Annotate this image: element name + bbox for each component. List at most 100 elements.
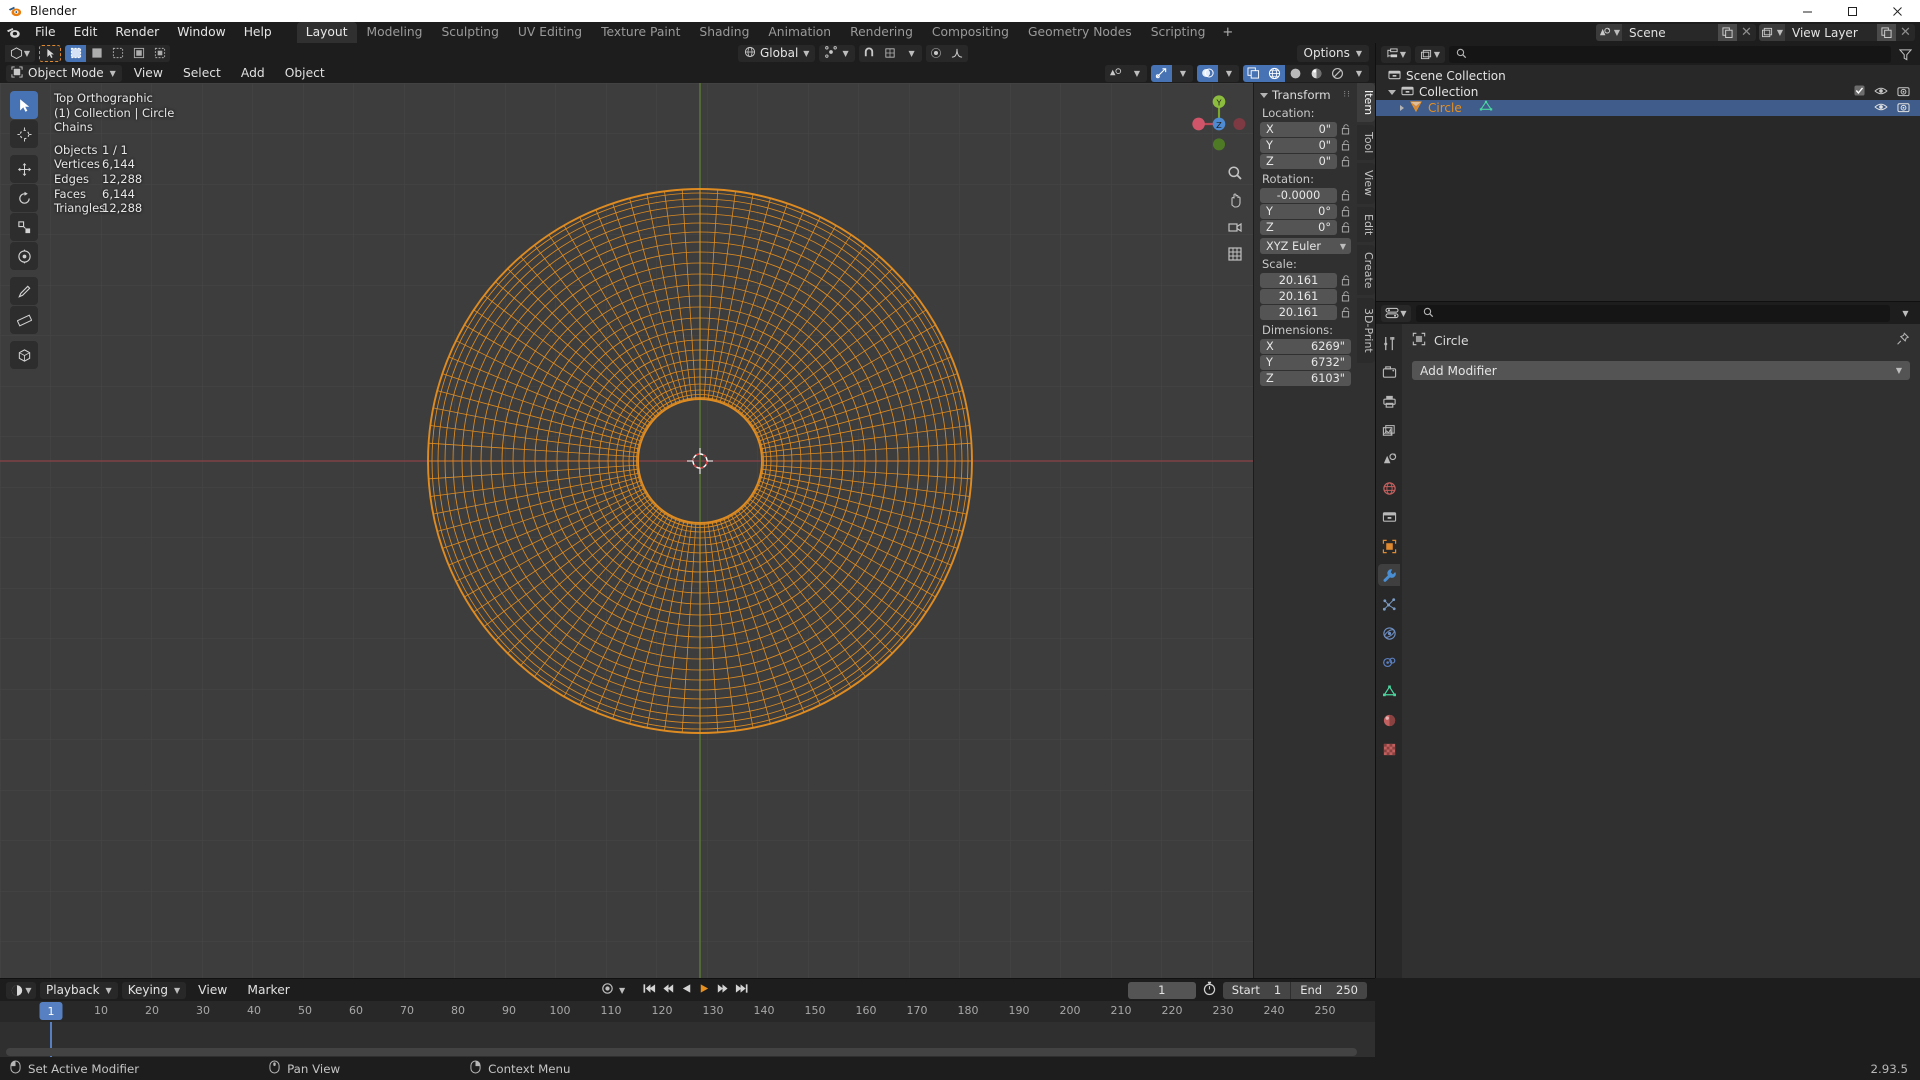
workspace-tab-layout[interactable]: Layout (297, 22, 357, 43)
viewport-menu-select[interactable]: Select (175, 65, 229, 81)
unlocked-padlock-icon[interactable] (1340, 306, 1351, 319)
timeline-menu-view[interactable]: View (190, 982, 235, 998)
extend-select-icon[interactable] (86, 45, 107, 62)
eye-icon[interactable] (1874, 101, 1888, 115)
toggle-xray-icon[interactable] (1197, 65, 1218, 82)
unlocked-padlock-icon[interactable] (1340, 290, 1351, 303)
timeline-playhead[interactable]: 1 (40, 1002, 63, 1020)
workspace-tab-geometry-nodes[interactable]: Geometry Nodes (1019, 22, 1141, 43)
workspace-tab-sculpting[interactable]: Sculpting (432, 22, 507, 43)
move-tool-icon[interactable] (10, 155, 38, 183)
close-icon[interactable]: ✕ (1896, 24, 1915, 41)
annotate-tool-icon[interactable] (10, 277, 38, 305)
sidebar-tab-view[interactable]: View (1357, 163, 1375, 203)
timeline-track-area[interactable] (0, 1022, 1375, 1058)
scale-x-field[interactable]: 20.161 (1260, 273, 1337, 288)
outliner-search-input[interactable] (1449, 46, 1891, 63)
show-overlays-icon[interactable] (1151, 65, 1172, 82)
3d-viewport[interactable]: Top Orthographic (1) Collection | Circle… (0, 83, 1375, 978)
sidebar-tab-edit[interactable]: Edit (1357, 207, 1375, 242)
breadcrumb-object-name[interactable]: Circle (1434, 334, 1469, 348)
workspace-tab-compositing[interactable]: Compositing (923, 22, 1018, 43)
chevron-down-icon[interactable]: ▼ (901, 45, 922, 62)
outliner-row-collection[interactable]: Collection (1376, 84, 1920, 100)
invert-select-icon[interactable] (128, 45, 149, 62)
scale-tool-icon[interactable] (10, 213, 38, 241)
viewport-menu-object[interactable]: Object (277, 65, 333, 81)
record-icon[interactable] (600, 981, 615, 999)
material-tab-icon[interactable] (1378, 709, 1400, 731)
collection-tab-icon[interactable] (1378, 506, 1400, 528)
render-tab-icon[interactable] (1378, 361, 1400, 383)
sidebar-tab-3d-print[interactable]: 3D-Print (1357, 298, 1375, 363)
location-y-field[interactable]: Y0" (1260, 138, 1337, 153)
tweak-select-tool-icon[interactable] (10, 91, 38, 119)
tool-tab-icon[interactable] (1378, 332, 1400, 354)
editor-type-timeline-icon[interactable]: ▼ (6, 982, 36, 999)
measure-tool-icon[interactable] (10, 306, 38, 334)
unlocked-padlock-icon[interactable] (1340, 123, 1351, 136)
object-mode-selector[interactable]: Object Mode ▼ (6, 65, 122, 82)
pin-icon[interactable] (1896, 332, 1910, 349)
location-z-field[interactable]: Z0" (1260, 154, 1337, 169)
maximize-button[interactable] (1830, 0, 1875, 22)
add-cube-tool-icon[interactable] (10, 341, 38, 369)
transform-panel-header[interactable]: Transform ⁝⁝ (1260, 88, 1351, 102)
dimensions-z-field[interactable]: Z6103" (1260, 371, 1351, 386)
properties-search-input[interactable] (1416, 305, 1890, 322)
close-icon[interactable]: ✕ (1737, 24, 1756, 41)
texture-tab-icon[interactable] (1378, 738, 1400, 760)
outliner-display-mode-icon[interactable]: ▼ (1415, 46, 1445, 63)
unlocked-padlock-icon[interactable] (1340, 155, 1351, 168)
viewlayer-selector[interactable]: ▼ View Layer ✕ (1759, 24, 1915, 41)
output-tab-icon[interactable] (1378, 390, 1400, 412)
workspace-tab-texture-paint[interactable]: Texture Paint (592, 22, 689, 43)
wireframe-shading-icon[interactable] (1264, 65, 1285, 82)
subtract-select-icon[interactable] (107, 45, 128, 62)
scale-z-field[interactable]: 20.161 (1260, 305, 1337, 320)
play-reverse-icon[interactable] (680, 982, 694, 998)
prev-keyframe-icon[interactable] (661, 982, 677, 998)
transform-tool-icon[interactable] (10, 242, 38, 270)
proportional-editing-icon[interactable] (926, 45, 947, 62)
cursor-arrow-icon[interactable] (39, 45, 61, 62)
jump-start-icon[interactable] (642, 982, 658, 998)
close-button[interactable] (1875, 0, 1920, 22)
intersect-select-icon[interactable] (149, 45, 170, 62)
sidebar-tab-create[interactable]: Create (1357, 245, 1375, 296)
camera-icon[interactable] (1897, 85, 1910, 100)
physics-tab-icon[interactable] (1378, 622, 1400, 644)
blender-menu-icon[interactable] (0, 25, 26, 40)
triangle-down-icon[interactable] (1260, 93, 1268, 98)
menu-file[interactable]: File (26, 23, 65, 42)
outliner-row-scene-collection[interactable]: Scene Collection (1376, 68, 1920, 84)
triangle-right-icon[interactable] (1400, 105, 1404, 111)
rotation-mode-selector[interactable]: XYZ Euler▼ (1260, 238, 1351, 254)
viewlayer-tab-icon[interactable] (1378, 419, 1400, 441)
menu-render[interactable]: Render (106, 23, 168, 42)
chevron-down-icon[interactable]: ▼ (1348, 65, 1369, 82)
data-tab-icon[interactable] (1378, 680, 1400, 702)
rotation-y-field[interactable]: Y0° (1260, 204, 1337, 219)
workspace-tab-rendering[interactable]: Rendering (841, 22, 922, 43)
timeline-ruler[interactable]: 1020304050607080901001101201301401501601… (0, 1001, 1375, 1022)
camera-icon[interactable] (1897, 101, 1910, 116)
menu-help[interactable]: Help (235, 23, 281, 42)
checkbox[interactable] (1854, 85, 1865, 99)
chevron-down-icon[interactable]: ▼ (1895, 305, 1915, 322)
zoom-icon[interactable] (1223, 161, 1247, 185)
stopwatch-icon[interactable] (1202, 981, 1217, 999)
navigation-gizmo[interactable]: Y Z (1185, 90, 1253, 158)
filter-funnel-icon[interactable] (1895, 46, 1915, 63)
timeline-playback-menu[interactable]: Playback▼ (40, 982, 118, 999)
show-gizmo-icon[interactable] (1105, 65, 1126, 82)
dimensions-x-field[interactable]: X6269" (1260, 339, 1351, 354)
constraints-tab-icon[interactable] (1378, 651, 1400, 673)
start-frame-field[interactable]: Start 1 (1223, 982, 1290, 999)
workspace-tab-animation[interactable]: Animation (759, 22, 840, 43)
workspace-tab-scripting[interactable]: Scripting (1142, 22, 1215, 43)
dimensions-y-field[interactable]: Y6732" (1260, 355, 1351, 370)
snap-magnet-icon[interactable] (859, 45, 880, 62)
next-keyframe-icon[interactable] (714, 982, 730, 998)
menu-window[interactable]: Window (168, 23, 235, 42)
